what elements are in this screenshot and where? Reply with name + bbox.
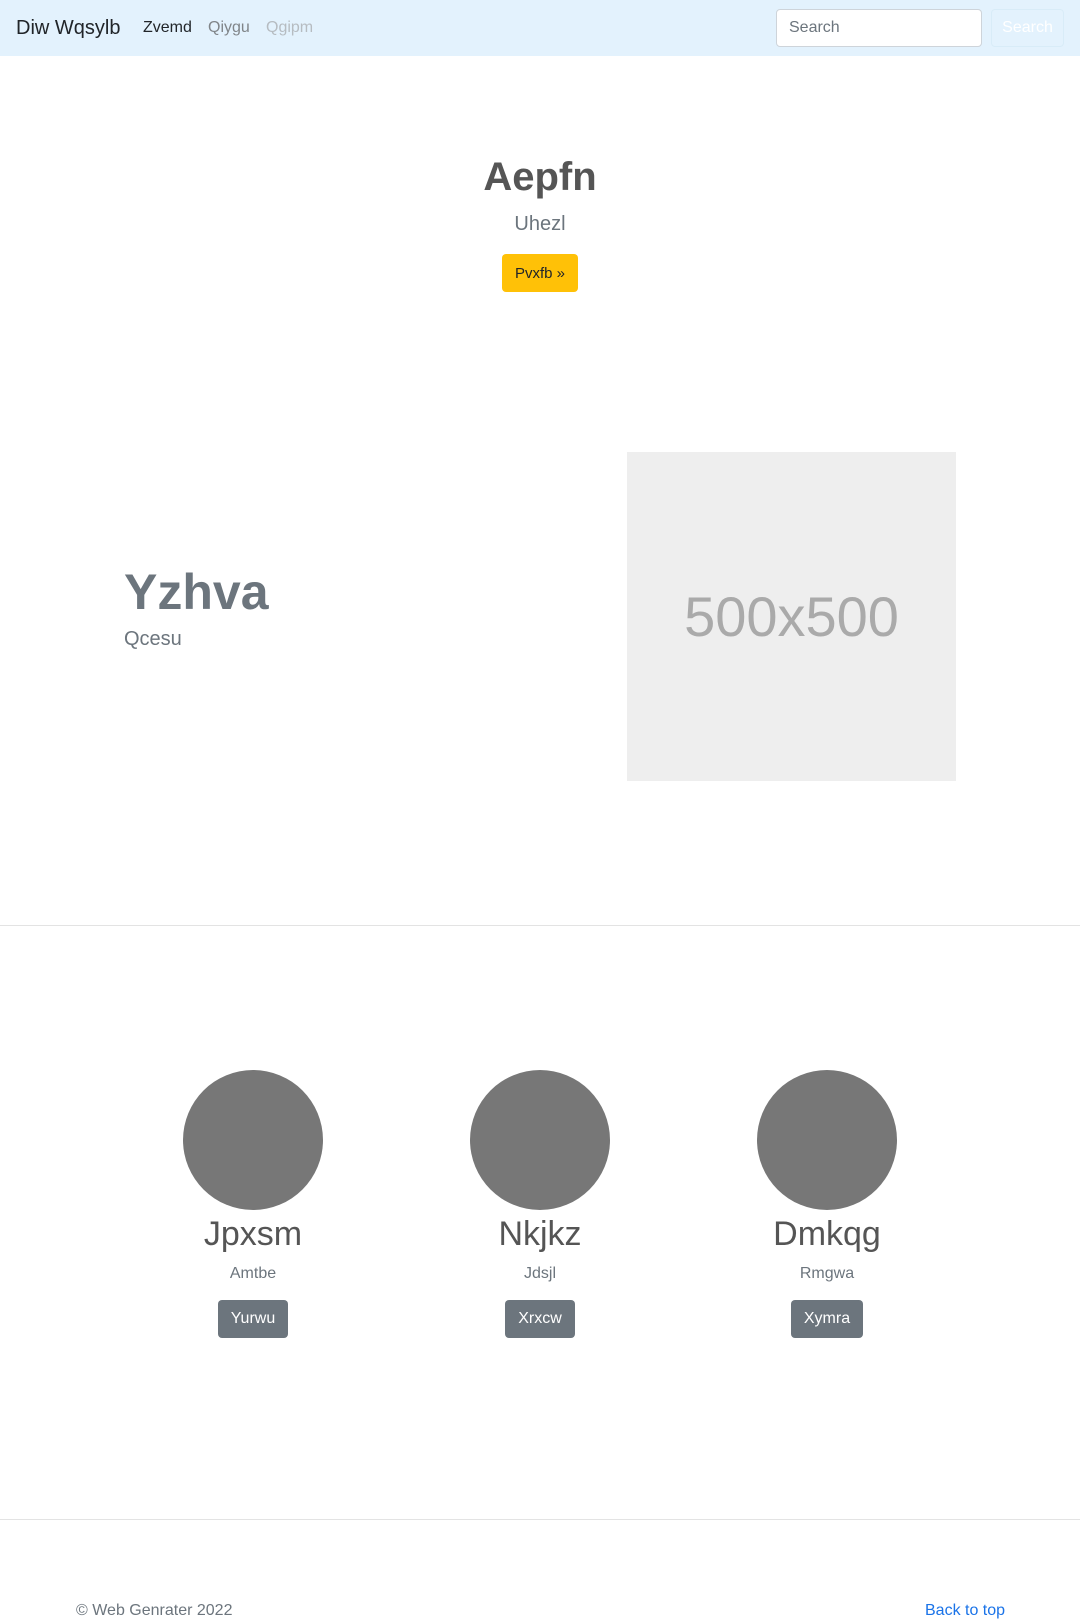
team-member-role: Jdsjl: [523, 1265, 556, 1282]
team-member-name: Jpxsm: [203, 1215, 303, 1253]
team-member-button[interactable]: Yurwu: [217, 1300, 289, 1338]
feature-placeholder-image: 500x500: [627, 452, 956, 781]
navbar: Diw Wqsylb Zvemd Qiygu Qgipm Search: [0, 0, 1080, 56]
team-card: Jpxsm Amtbe Yurwu: [153, 1070, 353, 1338]
avatar: [183, 1070, 323, 1210]
team-member-role: Rmgwa: [799, 1265, 855, 1282]
team-card: Dmkqg Rmgwa Xymra: [727, 1070, 927, 1338]
nav-link-zvemd[interactable]: Zvemd: [143, 17, 192, 39]
team-member-role: Amtbe: [229, 1265, 277, 1282]
avatar: [757, 1070, 897, 1210]
placeholder-image-label: 500x500: [684, 585, 899, 648]
hero-cta-button[interactable]: Pvxfb »: [502, 254, 578, 292]
back-to-top-link[interactable]: Back to top: [925, 1601, 1005, 1621]
nav-link-qgipm: Qgipm: [266, 19, 314, 36]
nav-link-qiygu[interactable]: Qiygu: [208, 17, 250, 39]
navbar-brand[interactable]: Diw Wqsylb: [16, 14, 120, 42]
hero-title: Aepfn: [483, 155, 597, 199]
section-divider: [0, 925, 1080, 926]
feature-text: Qcesu: [124, 628, 182, 650]
footer-divider: [0, 1519, 1080, 1520]
team-member-button[interactable]: Xrxcw: [505, 1300, 575, 1338]
footer-copyright: © Web Genrater 2022: [76, 1602, 233, 1619]
feature-heading: Yzhva: [124, 564, 269, 620]
search-input[interactable]: [776, 9, 982, 47]
hero-subtitle: Uhezl: [514, 213, 566, 235]
search-button[interactable]: Search: [991, 9, 1064, 47]
team-member-name: Nkjkz: [498, 1215, 582, 1253]
team-card: Nkjkz Jdsjl Xrxcw: [440, 1070, 640, 1338]
team-member-name: Dmkqg: [773, 1215, 881, 1253]
team-member-button[interactable]: Xymra: [790, 1300, 864, 1338]
avatar: [470, 1070, 610, 1210]
